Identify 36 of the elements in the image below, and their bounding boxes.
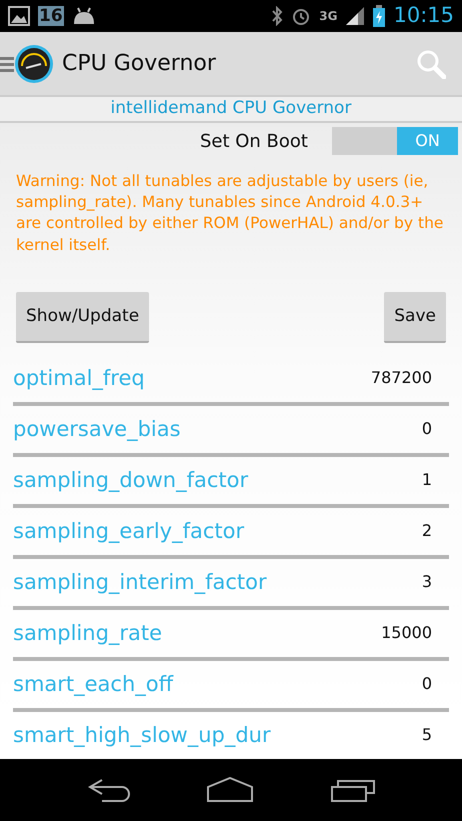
- show-update-button[interactable]: Show/Update: [16, 292, 150, 343]
- tunable-value: 15000: [381, 622, 432, 644]
- recent-apps-icon[interactable]: [330, 777, 376, 803]
- tunable-name[interactable]: sampling_down_factor: [13, 464, 248, 496]
- home-icon[interactable]: [206, 777, 254, 803]
- image-icon: [8, 6, 30, 26]
- signal-icon: [345, 6, 366, 26]
- tunable-name[interactable]: smart_each_off: [13, 668, 174, 700]
- battery-icon: [373, 5, 386, 27]
- back-icon[interactable]: [86, 777, 130, 803]
- tunable-value: 787200: [370, 367, 432, 390]
- alarm-icon: [291, 6, 312, 26]
- tunable-name[interactable]: sampling_early_factor: [13, 516, 244, 548]
- tunable-name[interactable]: optimal_freq: [13, 362, 145, 394]
- warning-text: Warning: Not all tunables are adjustable by users (ie, sampling_rate). Many tunables since Android 4.0.3+ are controlled by either ROM (PowerHAL) and/or by the kernel itself.: [15, 171, 444, 256]
- tunable-value: 2: [422, 520, 432, 542]
- app-title: CPU Governor: [62, 50, 217, 78]
- tunable-value: 1: [422, 469, 432, 492]
- clock-time: 10:15: [393, 2, 454, 30]
- governor-heading: intellidemand CPU Governor: [110, 97, 352, 120]
- tunable-name[interactable]: sampling_interim_factor: [13, 566, 267, 598]
- tunable-name[interactable]: sampling_rate: [13, 618, 162, 650]
- tunable-name[interactable]: powersave_bias: [13, 414, 181, 446]
- android-icon: [72, 7, 96, 25]
- calendar-date-badge: 16: [38, 6, 64, 26]
- tunable-name[interactable]: smart_high_slow_up_dur: [13, 720, 271, 752]
- speedometer-icon: [14, 44, 54, 84]
- save-button[interactable]: Save: [384, 292, 446, 343]
- tunable-value: 0: [422, 418, 432, 440]
- bluetooth-icon: [271, 6, 284, 26]
- tunable-value: 3: [422, 571, 432, 594]
- set-on-boot-label: Set On Boot: [200, 130, 308, 154]
- network-type-text: 3G: [319, 8, 338, 25]
- tunable-value: 0: [422, 673, 432, 696]
- tunable-value: 5: [422, 724, 432, 746]
- set-on-boot-toggle[interactable]: ON: [332, 127, 458, 155]
